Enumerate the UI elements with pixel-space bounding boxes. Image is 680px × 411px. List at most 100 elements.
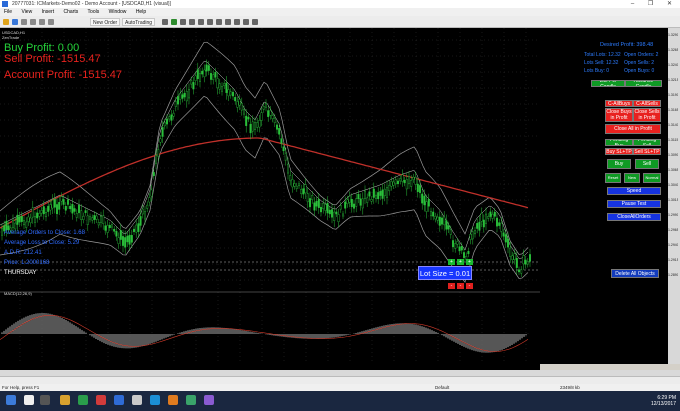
candle-body <box>231 91 234 97</box>
profiles-icon[interactable] <box>12 19 18 25</box>
lot-minus-button-2[interactable]: - <box>457 283 464 289</box>
lot-minus-button-1[interactable]: - <box>448 283 455 289</box>
pending-buy-button[interactable]: Pending Buy <box>605 139 633 146</box>
task-view-icon[interactable] <box>40 395 50 405</box>
close-all-buys-button[interactable]: C-AllBuys <box>605 100 633 107</box>
zoom-in-icon[interactable] <box>189 19 195 25</box>
candle-body <box>190 80 193 85</box>
candle-body <box>331 209 334 218</box>
candle-body <box>414 177 417 185</box>
candle-body <box>236 101 239 108</box>
candle-body <box>16 214 19 225</box>
candle-body <box>150 189 153 197</box>
new-chart-icon[interactable] <box>3 19 9 25</box>
candle-body <box>346 199 349 205</box>
candle-body <box>449 229 452 235</box>
app-icon <box>2 1 8 7</box>
candle-body <box>515 257 518 268</box>
market-watch-icon[interactable] <box>21 19 27 25</box>
buy-sl-tp-button[interactable]: Buy SL+TP <box>605 148 633 155</box>
explorer-icon[interactable] <box>60 395 70 405</box>
candle-body <box>212 74 215 81</box>
new-order-button[interactable]: New Order <box>90 18 121 26</box>
autoscroll-icon[interactable] <box>216 19 222 25</box>
candle-body <box>192 82 195 90</box>
app-icon-6[interactable] <box>168 395 178 405</box>
new-button[interactable]: New <box>624 173 640 183</box>
bar-chart-icon[interactable] <box>162 19 168 25</box>
candle-body <box>11 219 14 228</box>
reset-button[interactable]: Reset <box>605 173 621 183</box>
search-icon[interactable] <box>24 395 34 405</box>
app-icon-5[interactable] <box>150 395 160 405</box>
lot-plus-button-2[interactable]: + <box>457 259 464 265</box>
window-controls[interactable]: – ❐ ✕ <box>631 0 678 8</box>
menu-file[interactable]: File <box>4 9 12 15</box>
autotrading-button[interactable]: AutoTrading <box>122 18 156 26</box>
app-icon-4[interactable] <box>132 395 142 405</box>
indicators-icon[interactable] <box>234 19 240 25</box>
pause-test-button[interactable]: Pause Test <box>607 200 661 208</box>
terminal-icon[interactable] <box>39 19 45 25</box>
templates-icon[interactable] <box>252 19 258 25</box>
candle-body <box>229 91 232 96</box>
candle-body <box>313 202 316 211</box>
lot-minus-button-3[interactable]: - <box>466 283 473 289</box>
candle-body <box>287 163 290 174</box>
close-all-orders-button[interactable]: CloseAllOrders <box>607 213 661 221</box>
delete-all-objects-button[interactable]: Delete All Objects <box>611 269 659 278</box>
menu-insert[interactable]: Insert <box>42 9 55 15</box>
lot-plus-button-3[interactable]: + <box>466 259 473 265</box>
sell-button[interactable]: Sell <box>635 159 659 169</box>
candle-body <box>339 205 342 210</box>
tile-icon[interactable] <box>207 19 213 25</box>
price-labels: 1.3290 1.3265 1.3240 1.3215 1.3190 1.3165 1.31… <box>668 33 678 277</box>
start-icon[interactable] <box>6 395 16 405</box>
close-all-in-profit-button[interactable]: Close All in Profit <box>605 124 661 134</box>
menu-view[interactable]: View <box>21 9 32 15</box>
speed-button[interactable]: Speed <box>607 187 661 195</box>
sell-sl-tp-button[interactable]: Sell SL+TP <box>633 148 661 155</box>
candle-body <box>161 127 164 137</box>
menu-window[interactable]: Window <box>109 9 127 15</box>
price-chart[interactable]: USDCAD,H1 ZenTrade Buy Profit: 0.00 Sell… <box>0 28 540 364</box>
close-sells-in-profit-button[interactable]: Close Sells in Profit <box>633 108 661 122</box>
candle-body <box>502 232 505 237</box>
candle-body <box>218 83 221 90</box>
candle-body <box>342 213 345 217</box>
mt4-icon[interactable] <box>186 395 196 405</box>
lite-pin-candle-button[interactable]: Lite Pin Candle <box>591 80 625 87</box>
candlestick-icon[interactable] <box>171 19 177 25</box>
candle-body <box>289 175 292 182</box>
close-buys-in-profit-button[interactable]: Close Buys in Profit <box>605 108 633 122</box>
line-chart-icon[interactable] <box>180 19 186 25</box>
app-icon-3[interactable] <box>114 395 124 405</box>
menu-charts[interactable]: Charts <box>64 9 79 15</box>
periods-icon[interactable] <box>243 19 249 25</box>
lot-plus-button-1[interactable]: + <box>448 259 455 265</box>
close-all-sells-button[interactable]: C-AllSells <box>633 100 661 107</box>
pending-sell-button[interactable]: Pending Sell <box>633 139 661 146</box>
candle-body <box>445 220 448 230</box>
menu-help[interactable]: Help <box>136 9 146 15</box>
normal-button[interactable]: Normal <box>643 173 661 183</box>
candle-body <box>137 223 140 232</box>
candle-body <box>394 179 397 185</box>
price-label: 1.3040 <box>668 183 678 187</box>
zoom-out-icon[interactable] <box>198 19 204 25</box>
app-icon-7[interactable] <box>204 395 214 405</box>
tester-icon[interactable] <box>48 19 54 25</box>
candle-body <box>401 174 404 182</box>
app-icon-2[interactable] <box>96 395 106 405</box>
advance-candle-button[interactable]: Advance Candle <box>625 80 662 87</box>
chart-shift-icon[interactable] <box>225 19 231 25</box>
open-sells: Open Sells: 2 <box>624 60 655 66</box>
app-icon-1[interactable] <box>78 395 88 405</box>
price-label: 1.3190 <box>668 93 678 97</box>
price-label: 1.3140 <box>668 123 678 127</box>
candle-body <box>23 220 26 226</box>
navigator-icon[interactable] <box>30 19 36 25</box>
buy-button[interactable]: Buy <box>607 159 631 169</box>
candle-body <box>253 122 256 130</box>
menu-tools[interactable]: Tools <box>88 9 100 15</box>
